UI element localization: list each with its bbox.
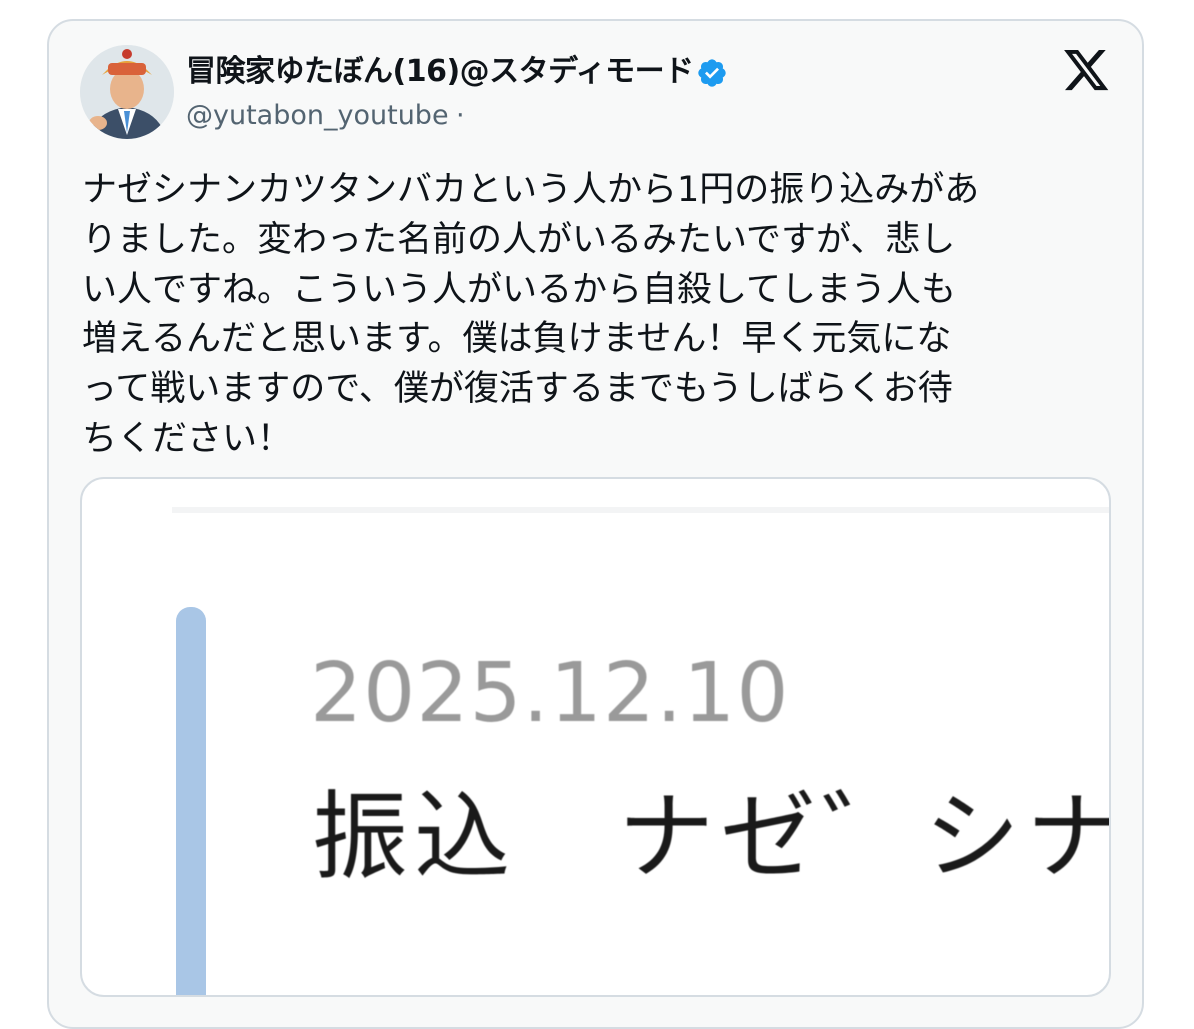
- display-name[interactable]: 冒険家ゆたぼん(16)@スタディモード: [186, 52, 694, 92]
- media-divider: [172, 507, 1109, 513]
- handle-separator: ·: [456, 100, 465, 131]
- tweet-text-line: ナゼシナンカツタンバカという人から1円の振り込みがあ: [82, 170, 980, 210]
- tweet-text-line: い人ですね。こういう人がいるから自殺してしまう人も: [82, 269, 956, 310]
- media-accent-bar: [176, 607, 206, 995]
- tweet-text-line: りました。変わった名前の人がいるみたいですが、悲し: [82, 219, 956, 260]
- x-logo-icon[interactable]: [1064, 50, 1110, 92]
- media-transfer-line: 振込 ナゼ゛シナ: [312, 781, 1111, 893]
- handle[interactable]: @yutabon_youtube: [186, 99, 449, 133]
- media-transfer-date: 2025.12.10: [310, 646, 790, 741]
- tweet-text-line: 増えるんだと思います。僕は負けません！早く元気にな: [82, 319, 952, 360]
- tweet-text-line: ちください！: [82, 418, 293, 459]
- tweet-text: ナゼシナンカツタンバカという人から1円の振り込みがあ りました。変わった名前の人…: [82, 166, 1102, 465]
- tweet-media-image[interactable]: 2025.12.10 振込 ナゼ゛シナ: [80, 477, 1111, 997]
- tweet-text-line: って戦いますので、僕が復活するまでもうしばらくお待: [82, 369, 953, 410]
- avatar[interactable]: [80, 45, 174, 139]
- verified-badge-icon: [698, 59, 726, 87]
